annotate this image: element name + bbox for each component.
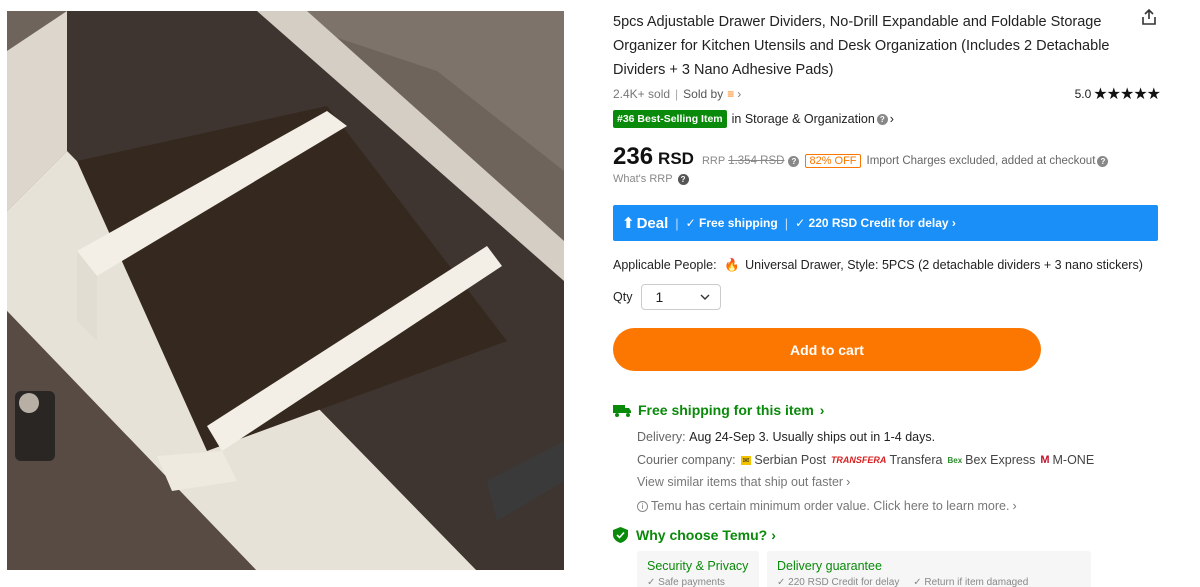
truck-icon <box>613 404 631 417</box>
style-label: Style: <box>847 258 879 272</box>
deal-text: Deal <box>636 214 669 232</box>
rating-value: 5.0 <box>1074 87 1092 101</box>
courier-row: Courier company: ✉ Serbian Post TRANSFER… <box>637 453 1094 467</box>
info-icon: i <box>637 500 648 512</box>
free-shipping-title: Free shipping for this item <box>638 402 814 418</box>
courier-name: Bex Express <box>965 453 1036 467</box>
chevron-right-icon: › <box>846 475 851 489</box>
whats-rrp-label: What's RRP <box>613 173 673 185</box>
drawer-photo <box>7 11 564 570</box>
similar-items-text: View similar items that ship out faster <box>637 475 844 489</box>
flame-icon: 🔥 <box>724 258 740 272</box>
question-icon: ? <box>677 173 689 185</box>
price: 236 <box>613 143 654 170</box>
share-icon[interactable] <box>1139 7 1159 27</box>
question-icon[interactable]: ? <box>788 156 800 167</box>
divider: | <box>784 215 789 231</box>
quantity-select[interactable]: 1 <box>641 284 722 310</box>
why-choose-heading[interactable]: Why choose Temu? › <box>613 527 776 543</box>
free-shipping-text: Free shipping <box>699 216 778 230</box>
quantity-row: Qty 1 <box>613 284 722 310</box>
chevron-right-icon: › <box>819 402 825 418</box>
security-card[interactable]: Security & Privacy ✓ Safe payments <box>637 551 759 587</box>
delivery-row: Delivery: Aug 24-Sep 3. Usually ships ou… <box>637 430 935 444</box>
courier-m-one: M M-ONE <box>1040 453 1094 467</box>
min-order-text: Temu has certain minimum order value. Cl… <box>651 499 1010 513</box>
card-sub: ✓ 220 RSD Credit for delay ✓ Return if i… <box>777 577 1029 587</box>
question-icon[interactable]: ? <box>1097 156 1109 167</box>
free-shipping-badge: ✓ Free shipping <box>685 216 778 230</box>
credit-text: 220 RSD Credit for delay <box>808 216 949 230</box>
discount-badge: 82% OFF <box>805 154 861 168</box>
card-title: Delivery guarantee <box>777 559 882 573</box>
qty-value: 1 <box>655 289 664 305</box>
rrp-label: RRP <box>701 155 726 167</box>
divider: | <box>675 215 679 231</box>
whats-rrp-link[interactable]: What's RRP ? <box>613 173 689 185</box>
chevron-right-icon: › <box>1012 499 1017 513</box>
sales-row: 2.4K+ sold | Sold by ≡ › 5.0 ★★★★★ <box>613 84 1161 104</box>
style-value: 5PCS (2 detachable dividers + 3 nano sti… <box>881 258 1143 272</box>
sold-by-label: Sold by <box>683 87 724 101</box>
serbian-post-logo-icon: ✉ <box>740 455 752 465</box>
credit-badge[interactable]: ✓ 220 RSD Credit for delay › <box>795 216 956 230</box>
delivery-value: Aug 24-Sep 3. Usually ships out in 1-4 d… <box>689 430 936 444</box>
courier-name: M-ONE <box>1052 453 1095 467</box>
courier-bex: Bex Bex Express <box>947 453 1035 467</box>
product-image[interactable] <box>7 11 564 570</box>
divider: | <box>675 87 679 101</box>
chevron-right-icon: › <box>771 527 776 543</box>
qty-label: Qty <box>613 290 633 304</box>
bex-logo: Bex <box>947 455 963 465</box>
seller-logo-icon[interactable]: ≡ <box>727 87 734 101</box>
courier-name: Serbian Post <box>754 453 826 467</box>
import-note: Import Charges excluded, added at checko… <box>866 155 1096 167</box>
spec-summary[interactable]: Applicable People: 🔥 Universal Drawer, S… <box>613 258 1143 273</box>
courier-transfera: TRANSFERA Transfera <box>831 453 943 467</box>
courier-serbian-post: ✉ Serbian Post <box>740 453 826 467</box>
min-order-link[interactable]: i Temu has certain minimum order value. … <box>637 499 1017 513</box>
delivery-guarantee-card[interactable]: Delivery guarantee ✓ 220 RSD Credit for … <box>767 551 1091 587</box>
currency: RSD <box>658 149 694 168</box>
add-to-cart-button[interactable]: Add to cart <box>613 328 1041 371</box>
applicable-value: Universal Drawer, <box>745 258 844 272</box>
chevron-down-icon <box>700 294 710 300</box>
deal-label: ⬆ Deal <box>622 214 669 233</box>
star-rating-icon: ★★★★★ <box>1093 86 1161 103</box>
card-sub: ✓ Safe payments <box>647 577 725 587</box>
chevron-right-icon[interactable]: › <box>737 87 741 101</box>
category-link[interactable]: in Storage & Organization <box>732 112 875 126</box>
best-seller-badge: #36 Best-Selling Item <box>613 110 727 128</box>
courier-name: Transfera <box>889 453 943 467</box>
free-shipping-heading[interactable]: Free shipping for this item › <box>613 402 824 418</box>
shield-check-icon <box>613 527 628 543</box>
why-choose-title: Why choose Temu? <box>636 527 768 543</box>
transfera-logo: TRANSFERA <box>830 455 887 465</box>
rrp-value: 1.354 RSD <box>728 155 785 167</box>
card-title: Security & Privacy <box>647 559 749 573</box>
applicable-label: Applicable People: <box>613 258 717 272</box>
deal-bar[interactable]: ⬆ Deal | ✓ Free shipping | ✓ 220 RSD Cre… <box>613 205 1158 241</box>
chevron-right-icon: › <box>889 112 894 126</box>
similar-items-link[interactable]: View similar items that ship out faster … <box>637 475 850 489</box>
product-title: 5pcs Adjustable Drawer Dividers, No-Dril… <box>613 14 1110 78</box>
deal-icon: ⬆ <box>622 215 635 232</box>
courier-label: Courier company: <box>637 453 736 467</box>
rating[interactable]: 5.0 ★★★★★ <box>1074 84 1161 104</box>
delivery-label: Delivery: <box>637 430 686 444</box>
price-row: 236 RSD RRP 1.354 RSD ? 82% OFF Import C… <box>613 143 1109 171</box>
m-one-logo-icon: M <box>1040 454 1050 466</box>
best-seller-row[interactable]: #36 Best-Selling Item in Storage & Organ… <box>613 110 894 128</box>
question-icon[interactable]: ? <box>876 113 888 125</box>
sold-count: 2.4K+ sold <box>613 87 671 101</box>
